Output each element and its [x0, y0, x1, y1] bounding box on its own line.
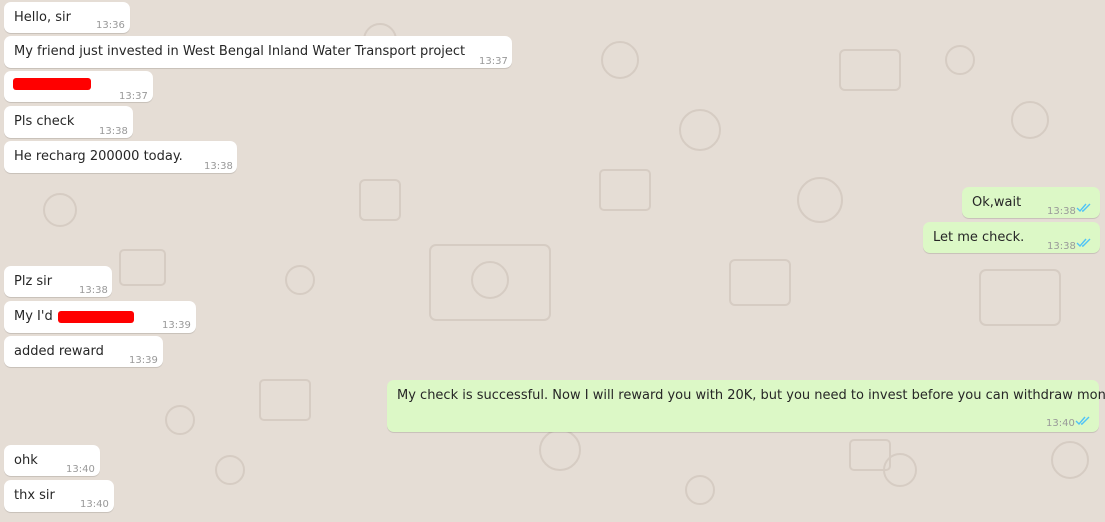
message-timestamp: 13:38: [79, 285, 108, 296]
message-bubble-incoming[interactable]: Pls check 13:38: [4, 106, 133, 138]
message-text: Ok,wait: [972, 195, 1022, 210]
message-timestamp: 13:36: [96, 20, 125, 31]
message-timestamp: 13:38: [204, 161, 233, 172]
message-bubble-incoming[interactable]: added reward 13:39: [4, 336, 163, 367]
double-check-read-icon: [1076, 238, 1091, 248]
message-text: thx sir: [14, 488, 55, 503]
message-bubble-incoming[interactable]: He recharg 200000 today. 13:38: [4, 141, 237, 173]
message-bubble-incoming-redacted[interactable]: My I'd 13:39: [4, 301, 196, 333]
redaction-mark: [13, 78, 91, 90]
message-timestamp: 13:38: [1047, 206, 1076, 217]
message-bubble-outgoing[interactable]: Ok,wait 13:38: [962, 187, 1100, 218]
message-text: Let me check.: [933, 230, 1025, 245]
message-timestamp: 13:38: [99, 126, 128, 137]
message-text: My check is successful. Now I will rewar…: [397, 388, 1105, 403]
message-text: ohk: [14, 453, 38, 468]
message-timestamp: 13:40: [66, 464, 95, 475]
message-timestamp: 13:37: [119, 91, 148, 102]
message-bubble-incoming[interactable]: My friend just invested in West Bengal I…: [4, 36, 512, 68]
message-text: Hello, sir: [14, 10, 71, 25]
chat-wallpaper-doodles: [43, 23, 1089, 505]
message-bubble-incoming[interactable]: ohk 13:40: [4, 445, 100, 476]
message-bubble-outgoing[interactable]: My check is successful. Now I will rewar…: [387, 380, 1105, 432]
message-timestamp: 13:40: [80, 499, 109, 510]
message-text: My I'd: [14, 309, 53, 324]
message-bubble-incoming-redacted[interactable]: 13:37: [4, 71, 153, 102]
message-timestamp: 13:38: [1047, 241, 1076, 252]
message-bubble-incoming[interactable]: Plz sir 13:38: [4, 266, 112, 297]
message-text: Pls check: [14, 114, 75, 129]
message-bubble-incoming[interactable]: Hello, sir 13:36: [4, 2, 130, 33]
double-check-read-icon: [1075, 416, 1090, 426]
message-text: He recharg 200000 today.: [14, 149, 183, 164]
double-check-read-icon: [1076, 203, 1091, 213]
message-bubble-outgoing[interactable]: Let me check. 13:38: [923, 222, 1100, 253]
message-bubble-incoming[interactable]: thx sir 13:40: [4, 480, 114, 512]
message-text: added reward: [14, 344, 104, 359]
message-timestamp: 13:39: [129, 355, 158, 366]
message-text: Plz sir: [14, 274, 53, 289]
message-timestamp: 13:40: [1046, 418, 1075, 429]
message-timestamp: 13:39: [162, 320, 191, 331]
message-text: My friend just invested in West Bengal I…: [14, 44, 466, 59]
redaction-mark: [58, 311, 134, 323]
message-timestamp: 13:37: [479, 56, 508, 67]
